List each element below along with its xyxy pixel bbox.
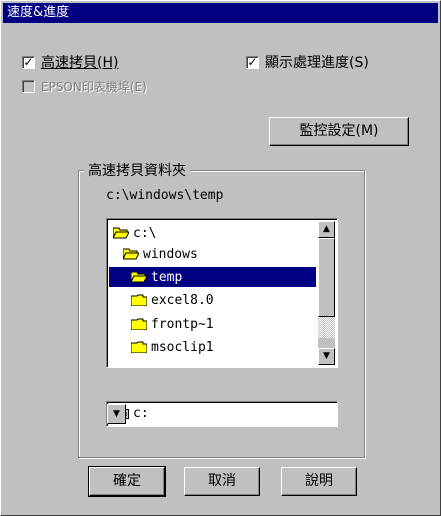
folder-item-windows[interactable]: windows bbox=[123, 244, 198, 264]
show-progress-check-icon: ✓ bbox=[246, 54, 259, 69]
cancel-button[interactable]: 取消 bbox=[184, 467, 260, 496]
folder-label: frontp~1 bbox=[151, 316, 214, 332]
help-button[interactable]: 說明 bbox=[281, 467, 357, 496]
open-folder-icon bbox=[113, 227, 129, 239]
folder-label: excel8.0 bbox=[151, 292, 214, 308]
folder-item-frontpage[interactable]: frontp~1 bbox=[131, 314, 214, 334]
folder-listbox[interactable]: c:\ windows temp excel8.0 frontp~1 msocl… bbox=[106, 218, 338, 368]
folder-icon bbox=[131, 294, 147, 306]
open-folder-icon bbox=[131, 271, 147, 283]
scroll-up-icon[interactable]: ▲ bbox=[318, 221, 335, 238]
high-speed-copy-label: 高速拷貝(H) bbox=[41, 55, 119, 71]
folder-icon bbox=[131, 318, 147, 330]
show-progress-checkbox[interactable]: ✓ 顯示處理進度(S) bbox=[246, 52, 369, 72]
dropdown-arrow-icon[interactable]: ▼ bbox=[107, 404, 126, 424]
window-title: 速度&進度 bbox=[3, 3, 438, 23]
folder-item-msoclip[interactable]: msoclip1 bbox=[131, 337, 214, 357]
high-speed-copy-checkbox[interactable]: ✓ 高速拷貝(H) bbox=[22, 52, 118, 72]
folder-label: c:\ bbox=[133, 225, 157, 241]
folder-item-excel[interactable]: excel8.0 bbox=[131, 290, 214, 310]
epson-port-label: EPSON印表機埠(E) bbox=[41, 80, 147, 94]
drive-value: c: bbox=[133, 406, 149, 421]
scroll-thumb[interactable] bbox=[318, 238, 335, 317]
folder-label: temp bbox=[151, 269, 183, 285]
current-path: c:\windows\temp bbox=[106, 188, 224, 203]
scroll-track[interactable] bbox=[318, 317, 335, 338]
open-folder-icon bbox=[123, 248, 139, 260]
folder-label: msoclip1 bbox=[151, 339, 214, 355]
drive-select[interactable]: c: ▼ bbox=[106, 401, 338, 427]
folder-label: windows bbox=[143, 246, 198, 262]
show-progress-label: 顯示處理進度(S) bbox=[265, 55, 369, 71]
ok-button[interactable]: 確定 bbox=[88, 466, 166, 497]
folder-group-title: 高速拷貝資料夾 bbox=[84, 160, 190, 180]
folder-icon bbox=[131, 341, 147, 353]
epson-printer-port-checkbox[interactable]: EPSON印表機埠(E) bbox=[22, 78, 147, 95]
epson-port-check-icon bbox=[22, 80, 35, 93]
folder-scrollbar[interactable]: ▲ ▼ bbox=[318, 221, 335, 365]
high-speed-copy-check-icon: ✓ bbox=[22, 54, 35, 69]
folder-item-temp[interactable]: temp bbox=[109, 267, 316, 287]
monitor-settings-button[interactable]: 監控設定(M) bbox=[269, 117, 409, 146]
scroll-down-icon[interactable]: ▼ bbox=[318, 348, 335, 365]
folder-item-root[interactable]: c:\ bbox=[113, 223, 156, 243]
